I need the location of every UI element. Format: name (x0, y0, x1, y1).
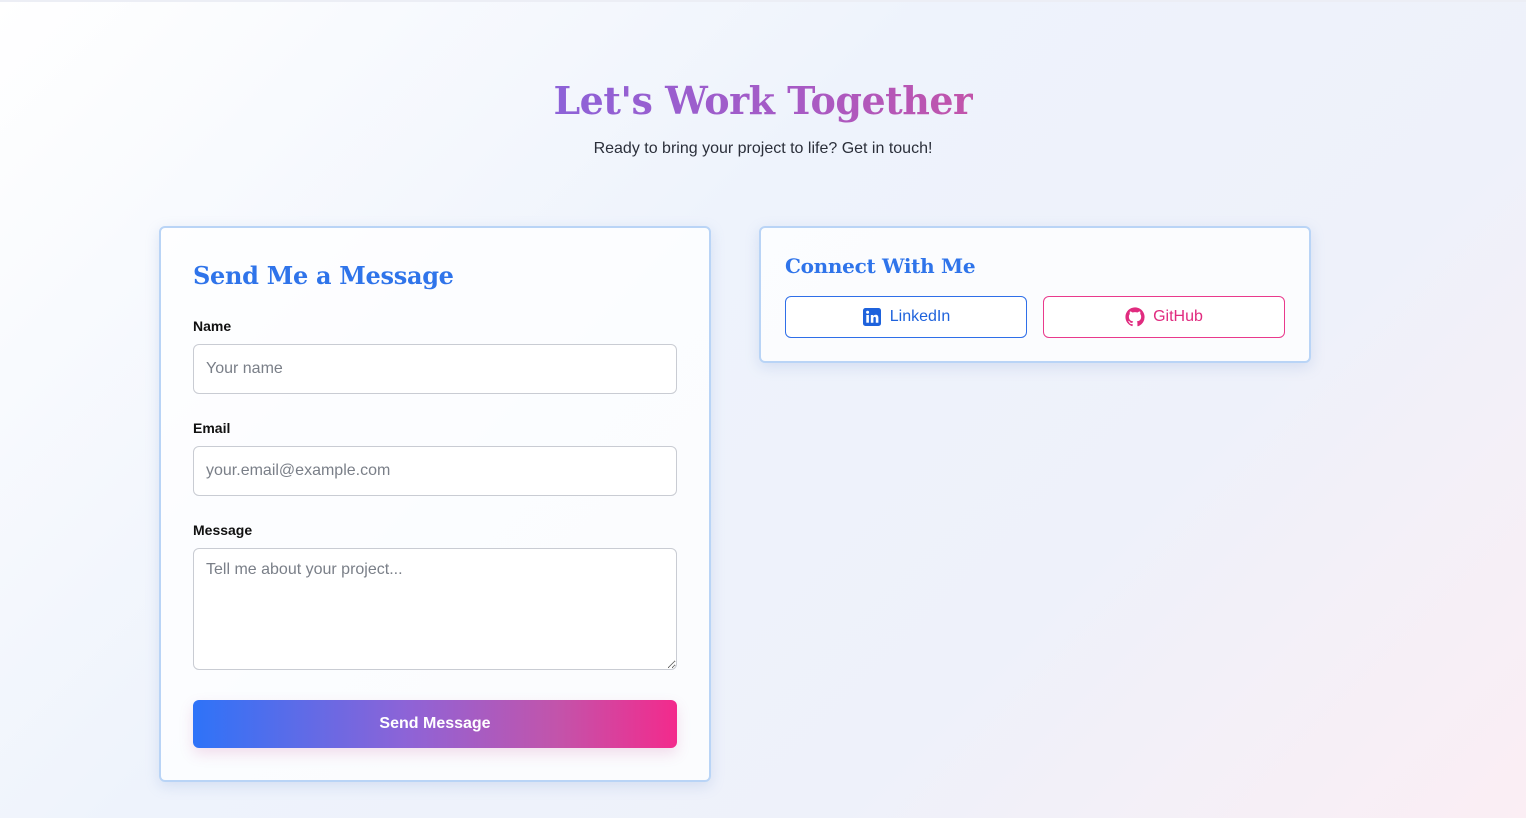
linkedin-icon (862, 307, 882, 327)
message-textarea[interactable] (193, 548, 677, 670)
github-label: GitHub (1153, 308, 1203, 325)
email-input[interactable] (193, 446, 677, 496)
top-divider (0, 0, 1526, 2)
message-label: Message (193, 522, 253, 538)
github-icon (1125, 307, 1145, 327)
page-subtitle: Ready to bring your project to life? Get… (593, 140, 933, 157)
page-title: Let's Work Together (553, 78, 973, 123)
github-button[interactable]: GitHub (1043, 296, 1285, 338)
name-label: Name (193, 318, 232, 334)
contact-form-card: Send Me a Message Name Email Message Sen… (159, 226, 711, 782)
hero-section: Let's Work Together Ready to bring your … (0, 78, 1526, 158)
email-label: Email (193, 420, 231, 436)
contact-form-title: Send Me a Message (193, 261, 454, 290)
linkedin-button[interactable]: LinkedIn (785, 296, 1027, 338)
name-input[interactable] (193, 344, 677, 394)
linkedin-label: LinkedIn (889, 308, 951, 325)
connect-card: Connect With Me LinkedIn GitHub (759, 226, 1311, 363)
send-message-button[interactable]: Send Message (193, 700, 677, 748)
connect-title: Connect With Me (785, 254, 976, 278)
